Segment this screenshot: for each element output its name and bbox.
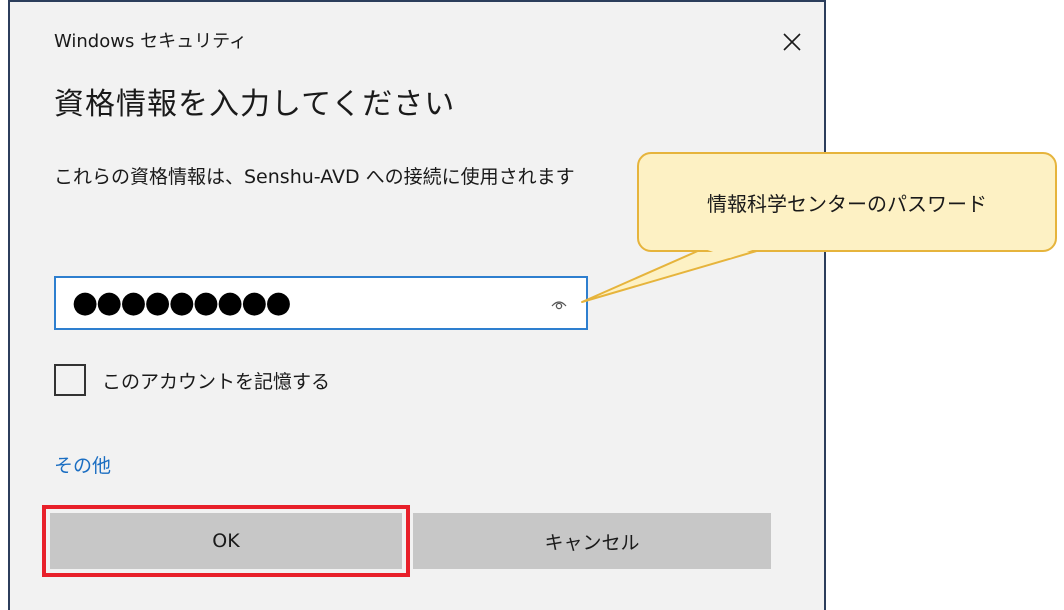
callout-pointer-cover [702, 248, 758, 258]
